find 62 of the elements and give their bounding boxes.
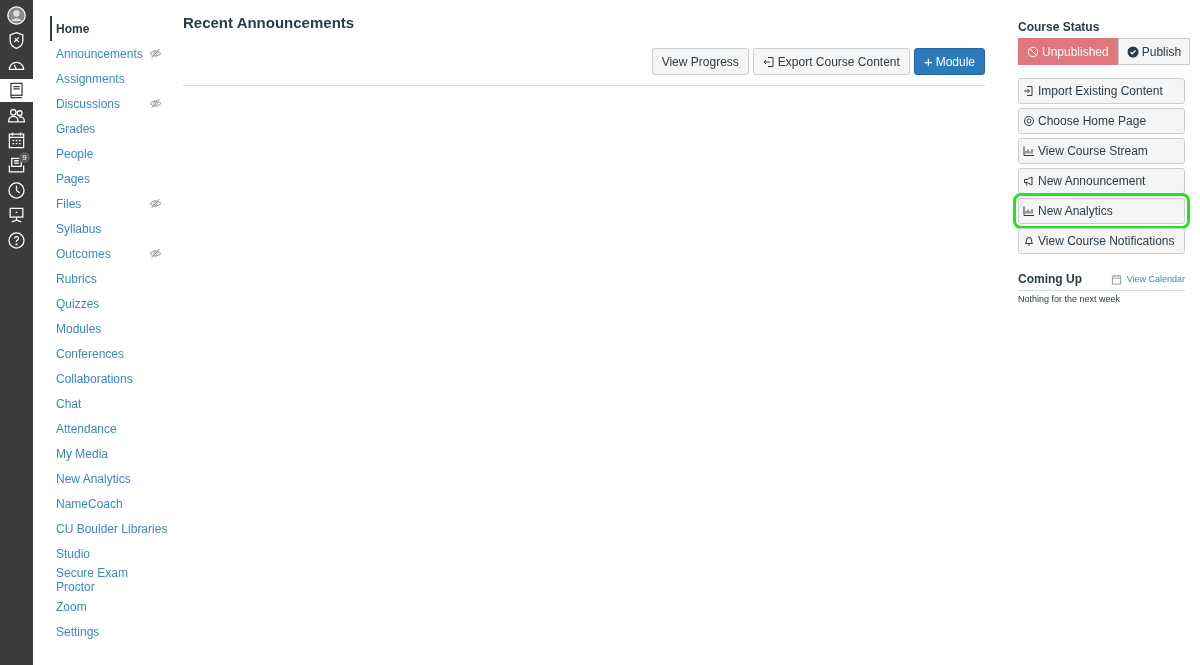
- course-nav-link[interactable]: Home: [56, 21, 144, 36]
- course-nav-link[interactable]: People: [56, 146, 144, 161]
- export-icon: [762, 55, 775, 68]
- course-nav-link[interactable]: Files: [56, 196, 144, 211]
- empty-message: Nothing for the next week: [1018, 294, 1122, 304]
- toolbar-button[interactable]: + Module: [913, 48, 985, 75]
- sidebar-action-button[interactable]: View Course Stream: [1018, 138, 1185, 164]
- calendar-icon: [7, 131, 26, 150]
- course-nav-link[interactable]: Discussions: [56, 96, 144, 111]
- sidebar-action-button[interactable]: Import Existing Content: [1018, 78, 1185, 104]
- inbox-icon: [7, 156, 26, 175]
- people-icon: [7, 106, 26, 125]
- course-nav-link[interactable]: Quizzes: [56, 296, 144, 311]
- course-nav-link[interactable]: NameCoach: [56, 496, 144, 511]
- sidebar-action-button[interactable]: View Course Notifications: [1018, 228, 1185, 254]
- course-nav-link[interactable]: Syllabus: [56, 221, 144, 236]
- page-title: Recent Announcements: [183, 14, 356, 31]
- course-nav-link[interactable]: Settings: [56, 624, 144, 639]
- calendar-icon: [1110, 273, 1122, 285]
- presentation-icon: [7, 206, 26, 225]
- toolbar-button[interactable]: Export Course Content: [752, 48, 910, 75]
- sidebar-action-button[interactable]: Choose Home Page: [1018, 108, 1185, 134]
- course-nav-link[interactable]: Collaborations: [56, 371, 144, 386]
- course-nav-link[interactable]: Announcements: [56, 46, 144, 61]
- prohibited-icon: [1027, 45, 1039, 58]
- course-nav-link[interactable]: Zoom: [56, 599, 144, 614]
- section-title: Coming Up: [1018, 272, 1082, 286]
- shield-icon: [7, 31, 26, 50]
- unread-count-badge: 9: [19, 152, 30, 163]
- course-nav-link[interactable]: Conferences: [56, 346, 144, 361]
- publish-status-button[interactable]: Publish: [1117, 38, 1191, 65]
- import-icon: [1023, 85, 1035, 97]
- course-nav-link[interactable]: Grades: [56, 121, 144, 136]
- section-title: Course Status: [1018, 20, 1101, 34]
- course-nav-link[interactable]: Secure Exam Proctor: [56, 566, 144, 594]
- bell-icon: [1023, 235, 1035, 247]
- megaphone-icon: [1023, 175, 1035, 187]
- book-icon: [7, 81, 26, 100]
- chart-icon: [1023, 145, 1035, 157]
- course-nav-link[interactable]: CU Boulder Libraries: [56, 521, 168, 536]
- avatar-icon: [7, 6, 26, 25]
- publish-status-button[interactable]: Unpublished: [1018, 38, 1118, 65]
- course-nav-link[interactable]: Modules: [56, 321, 144, 336]
- course-nav-link[interactable]: Studio: [56, 546, 144, 561]
- course-nav-link[interactable]: Pages: [56, 171, 144, 186]
- global-nav-item[interactable]: [0, 79, 33, 102]
- course-nav-link[interactable]: Rubrics: [56, 271, 144, 286]
- global-nav-item[interactable]: 9: [0, 154, 33, 177]
- course-nav-link[interactable]: New Analytics: [56, 471, 144, 486]
- view-calendar-link[interactable]: View Calendar: [1110, 273, 1185, 285]
- target-icon: [1023, 115, 1035, 127]
- course-nav-link[interactable]: Outcomes: [56, 246, 144, 261]
- course-nav-link[interactable]: Assignments: [56, 71, 144, 86]
- toolbar-button[interactable]: View Progress: [651, 48, 749, 75]
- clock-icon: [7, 181, 26, 200]
- chart-icon: [1023, 205, 1035, 217]
- course-nav-link[interactable]: My Media: [56, 446, 144, 461]
- course-nav-link[interactable]: Chat: [56, 396, 144, 411]
- help-icon: [7, 231, 26, 250]
- check-circle-icon: [1126, 45, 1139, 58]
- sidebar-action-button[interactable]: New Announcement: [1018, 168, 1185, 194]
- course-nav-link[interactable]: Attendance: [56, 421, 144, 436]
